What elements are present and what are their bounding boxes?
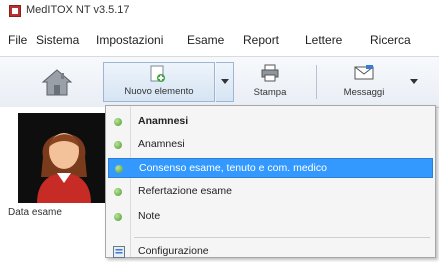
- menu-lettere[interactable]: Lettere: [305, 33, 342, 47]
- patient-panel: Data esame: [0, 107, 106, 258]
- messages-label: Messaggi: [343, 87, 385, 98]
- patient-photo: [18, 113, 106, 203]
- home-icon: [41, 69, 73, 96]
- new-element-label: Nuovo elemento: [124, 86, 194, 97]
- menu-impostazioni[interactable]: Impostazioni: [96, 33, 163, 47]
- toolbar: Nuovo elemento Stampa Messaggi: [0, 56, 439, 108]
- menu-report[interactable]: Report: [243, 33, 279, 47]
- print-button[interactable]: Stampa: [240, 62, 300, 102]
- new-element-dropdown-button[interactable]: [216, 62, 234, 102]
- menu-item-label: Anamnesi: [138, 115, 189, 127]
- app-icon: [9, 5, 21, 17]
- green-bullet-icon: [114, 213, 122, 221]
- printer-icon: [261, 64, 279, 82]
- female-avatar-icon: [37, 133, 91, 203]
- exam-date-label: Data esame: [8, 207, 62, 218]
- menu-item-label: Configurazione: [138, 245, 209, 257]
- menu-separator: [134, 237, 430, 238]
- messages-dropdown-arrow-icon[interactable]: [410, 79, 418, 84]
- menu-file[interactable]: File: [8, 33, 27, 47]
- print-label: Stampa: [253, 87, 287, 98]
- menu-item-anamnesi-2[interactable]: Anamnesi: [108, 135, 433, 155]
- green-bullet-icon: [115, 165, 123, 173]
- menu-esame[interactable]: Esame: [187, 33, 224, 47]
- new-element-button[interactable]: Nuovo elemento: [103, 62, 215, 102]
- menu-item-report[interactable]: Refertazione esame: [108, 182, 433, 202]
- new-element-menu: Anamnesi Anamnesi Consenso esame, tenuto…: [105, 105, 436, 258]
- menu-item-label: Note: [138, 210, 161, 222]
- messages-button[interactable]: Messaggi: [324, 62, 404, 102]
- green-bullet-icon: [114, 188, 122, 196]
- green-bullet-icon: [114, 118, 122, 126]
- toolbar-separator: [316, 65, 317, 99]
- settings-icon: [113, 246, 125, 258]
- menu-item-anamnesi[interactable]: Anamnesi: [108, 112, 433, 132]
- menu-sistema[interactable]: Sistema: [36, 33, 79, 47]
- menu-item-label: Refertazione esame: [138, 185, 232, 197]
- green-bullet-icon: [114, 141, 122, 149]
- menu-ricerca[interactable]: Ricerca: [370, 33, 411, 47]
- chevron-down-icon: [221, 79, 229, 84]
- home-button[interactable]: [40, 65, 74, 99]
- menu-item-label: Consenso esame, tenuto e com. medico: [139, 162, 327, 174]
- new-element-icon: [150, 65, 165, 82]
- menu-item-consent[interactable]: Consenso esame, tenuto e com. medico: [108, 158, 433, 178]
- menu-item-settings[interactable]: Configurazione: [108, 242, 433, 262]
- menu-item-notes[interactable]: Note: [108, 207, 433, 227]
- window-title: MedITOX NT v3.5.17: [26, 4, 130, 16]
- menu-bar: File Sistema Impostazioni Esame Report L…: [0, 30, 439, 50]
- title-bar: MedITOX NT v3.5.17: [0, 0, 439, 22]
- messages-icon: [354, 65, 374, 80]
- menu-item-label: Anamnesi: [138, 138, 185, 150]
